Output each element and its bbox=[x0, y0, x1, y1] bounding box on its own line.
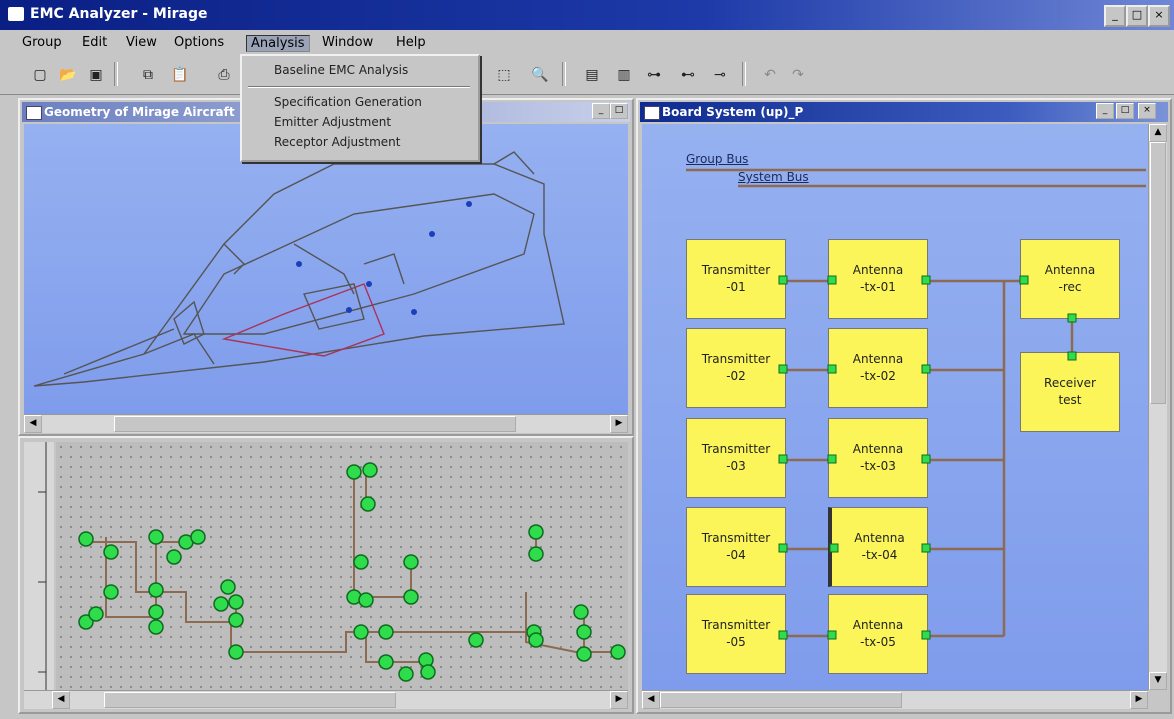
toolbar: ▢ 📂 ▣ ⧉ 📋 ⎙ ⬚ 🔍 ▤ ▥ ⊶ ⊷ ⊸ ↶ ↷ bbox=[0, 56, 1174, 95]
scroll-thumb[interactable] bbox=[114, 416, 516, 432]
add-group-icon[interactable]: ▥ bbox=[612, 64, 636, 86]
board-system-window[interactable]: Board System (up)_P _ □ × Group Bus Syst… bbox=[636, 98, 1172, 714]
scroll-thumb[interactable] bbox=[1150, 142, 1166, 404]
window-close-button[interactable]: × bbox=[1138, 103, 1156, 119]
save-icon[interactable]: ▣ bbox=[84, 64, 108, 86]
window-maximize-button[interactable]: □ bbox=[610, 103, 628, 119]
scroll-right-button[interactable]: ▶ bbox=[610, 415, 628, 433]
add-block-icon[interactable]: ▤ bbox=[580, 64, 604, 86]
new-file-icon[interactable]: ▢ bbox=[28, 64, 52, 86]
board-window-title: Board System (up)_P bbox=[662, 105, 804, 119]
paste-icon[interactable]: 📋 bbox=[168, 64, 192, 86]
open-icon[interactable]: 📂 bbox=[56, 64, 80, 86]
copy-icon[interactable]: ⧉ bbox=[136, 64, 160, 86]
geometry-canvas[interactable] bbox=[24, 124, 628, 414]
select-icon[interactable]: ⬚ bbox=[492, 64, 516, 86]
menu-separator bbox=[248, 86, 470, 88]
scroll-left-button[interactable]: ◀ bbox=[24, 415, 42, 433]
scroll-right-button[interactable]: ▶ bbox=[610, 691, 628, 709]
menu-item-emitter-adjustment[interactable]: Emitter Adjustment bbox=[242, 112, 478, 132]
node-graph bbox=[78, 462, 626, 682]
menu-group[interactable]: Group bbox=[22, 35, 62, 50]
menu-edit[interactable]: Edit bbox=[82, 35, 107, 50]
menu-item-specification-generation[interactable]: Specification Generation bbox=[242, 92, 478, 112]
horizontal-scrollbar[interactable]: ◀ ▶ bbox=[24, 414, 628, 433]
vertical-scrollbar[interactable]: ▲ ▼ bbox=[1148, 124, 1167, 690]
window-icon bbox=[644, 106, 660, 120]
toolbar-separator bbox=[562, 62, 566, 86]
menu-item-receptor-adjustment[interactable]: Receptor Adjustment bbox=[242, 132, 478, 152]
menu-help[interactable]: Help bbox=[396, 35, 426, 50]
scroll-down-button[interactable]: ▼ bbox=[1149, 672, 1167, 690]
graph-window[interactable]: ◀ ▶ bbox=[18, 436, 634, 714]
window-icon bbox=[26, 106, 42, 120]
scroll-left-button[interactable]: ◀ bbox=[52, 691, 70, 709]
print-icon[interactable]: ⎙ bbox=[212, 64, 236, 86]
close-button[interactable]: × bbox=[1148, 5, 1170, 27]
connect-icon[interactable]: ⊶ bbox=[642, 64, 666, 86]
menu-item-baseline-emc-analysis[interactable]: Baseline EMC Analysis bbox=[242, 60, 478, 80]
connect-icon[interactable]: ⊷ bbox=[676, 64, 700, 86]
scroll-left-button[interactable]: ◀ bbox=[642, 691, 660, 709]
menu-window[interactable]: Window bbox=[322, 35, 373, 50]
scroll-right-button[interactable]: ▶ bbox=[1130, 691, 1148, 709]
port-markers bbox=[778, 275, 1077, 640]
toolbar-separator bbox=[742, 62, 746, 86]
zoom-icon[interactable]: 🔍 bbox=[528, 64, 552, 86]
menu-options[interactable]: Options bbox=[174, 35, 224, 50]
block-diagram-canvas[interactable]: Group Bus System Bus Transmitter -01 Tra… bbox=[642, 124, 1148, 690]
node-graph-canvas[interactable] bbox=[56, 442, 628, 690]
analysis-dropdown-menu: Baseline EMC Analysis Specification Gene… bbox=[240, 54, 480, 162]
connect-icon[interactable]: ⊸ bbox=[708, 64, 732, 86]
redo-icon[interactable]: ↷ bbox=[786, 64, 810, 86]
menu-analysis[interactable]: Analysis bbox=[246, 35, 310, 52]
geometry-window-title: Geometry of Mirage Aircraft bbox=[44, 105, 235, 119]
scroll-thumb[interactable] bbox=[104, 692, 396, 708]
undo-icon[interactable]: ↶ bbox=[758, 64, 782, 86]
scroll-up-button[interactable]: ▲ bbox=[1149, 124, 1167, 142]
aircraft-wireframe bbox=[33, 151, 565, 387]
app-title: EMC Analyzer - Mirage bbox=[30, 6, 208, 22]
minimize-button[interactable]: _ bbox=[1104, 5, 1126, 27]
horizontal-scrollbar[interactable]: ◀ ▶ bbox=[24, 690, 628, 709]
scroll-thumb[interactable] bbox=[660, 692, 902, 708]
toolbar-separator bbox=[114, 62, 118, 86]
window-maximize-button[interactable]: □ bbox=[1116, 103, 1134, 119]
vertical-ruler bbox=[24, 442, 54, 690]
window-minimize-button[interactable]: _ bbox=[592, 103, 610, 119]
app-icon bbox=[8, 7, 24, 21]
window-minimize-button[interactable]: _ bbox=[1096, 103, 1114, 119]
menu-bar: Group Edit View Options Analysis Window … bbox=[0, 30, 1174, 56]
horizontal-scrollbar[interactable]: ◀ ▶ bbox=[642, 690, 1148, 709]
app-title-bar[interactable]: EMC Analyzer - Mirage _ □ × bbox=[0, 0, 1174, 30]
maximize-button[interactable]: □ bbox=[1126, 5, 1148, 27]
menu-view[interactable]: View bbox=[126, 35, 157, 50]
board-window-title-bar[interactable]: Board System (up)_P bbox=[640, 102, 1168, 122]
